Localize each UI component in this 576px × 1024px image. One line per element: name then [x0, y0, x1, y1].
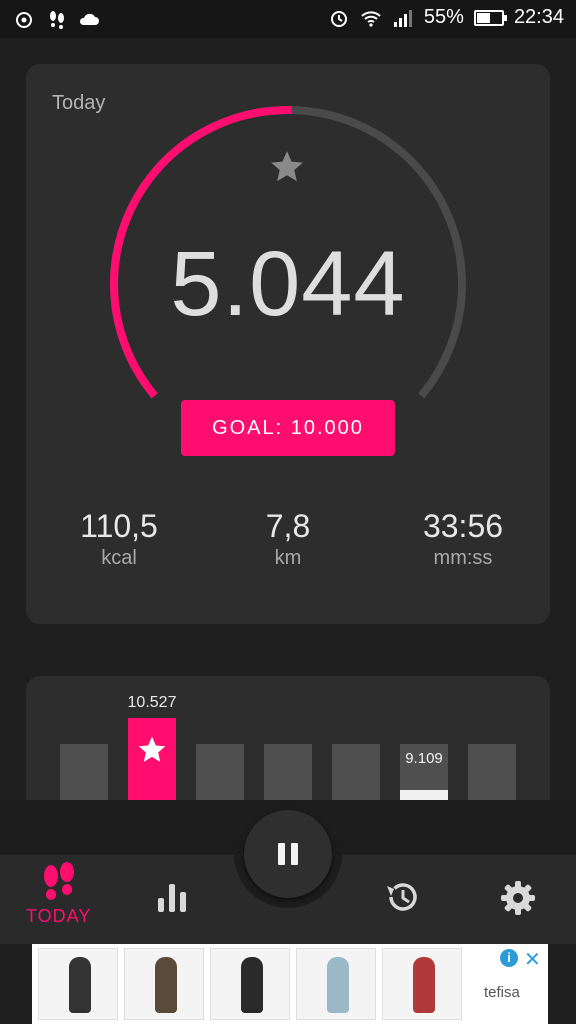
- gear-icon: [501, 881, 535, 915]
- ad-product-image[interactable]: [296, 948, 376, 1020]
- pause-icon: [291, 843, 298, 865]
- week-bar[interactable]: [332, 744, 380, 800]
- ad-product-image[interactable]: [382, 948, 462, 1020]
- week-bar[interactable]: [468, 744, 516, 800]
- week-bar[interactable]: [128, 718, 176, 800]
- footprints-icon: [43, 862, 74, 900]
- clock: 22:34: [513, 6, 564, 28]
- wifi-icon: [361, 10, 381, 27]
- weekly-chart-card[interactable]: 10.527 9.109: [26, 676, 550, 800]
- distance-value: 7,8: [265, 508, 311, 544]
- duration-value: 33:56: [422, 508, 504, 544]
- duration-unit: mm:ss: [433, 547, 493, 569]
- pause-button[interactable]: [244, 810, 332, 898]
- pause-icon: [278, 843, 285, 865]
- alarm-icon: [330, 10, 347, 27]
- distance-unit: km: [274, 547, 302, 569]
- calories-unit: kcal: [101, 547, 137, 569]
- cloud-icon: [79, 13, 99, 25]
- nav-history[interactable]: [384, 878, 422, 916]
- nav-stats[interactable]: [156, 880, 188, 914]
- signal-icon: [393, 9, 412, 27]
- week-bar[interactable]: [264, 744, 312, 800]
- ad-brand: tefisa: [484, 984, 520, 1001]
- ad-close-icon[interactable]: ✕: [524, 947, 541, 972]
- star-icon: [138, 736, 166, 762]
- ad-banner[interactable]: i ✕ tefisa: [32, 944, 548, 1024]
- ad-product-image[interactable]: [210, 948, 290, 1020]
- battery-percent: 55%: [423, 6, 464, 28]
- step-count: 5.044: [170, 233, 406, 335]
- ad-product-image[interactable]: [38, 948, 118, 1020]
- duration-stat: 33:56 mm:ss: [378, 508, 548, 570]
- distance-stat: 7,8 km: [203, 508, 373, 570]
- star-icon: [271, 151, 303, 182]
- history-icon: [387, 883, 417, 911]
- calories-value: 110,5: [80, 508, 158, 544]
- calories-stat: 110,5 kcal: [34, 508, 204, 570]
- battery-level: [476, 12, 491, 23]
- ad-product-image[interactable]: [124, 948, 204, 1020]
- nav-settings[interactable]: [500, 880, 536, 916]
- notification-icon: [16, 12, 32, 28]
- battery-icon: [473, 9, 507, 26]
- bar-chart-icon: [158, 884, 186, 912]
- week-bar-progress: [400, 790, 448, 800]
- today-card: Today 5.044 GOAL: 10.000 110,5 kcal 7,8 …: [26, 64, 550, 624]
- week-bar[interactable]: [60, 744, 108, 800]
- ad-info-icon[interactable]: i: [500, 949, 518, 967]
- week-bar-label: 10.527: [127, 694, 177, 711]
- nav-today[interactable]: TODAY: [26, 862, 91, 927]
- status-bar: 55% 22:34: [0, 0, 576, 38]
- nav-today-label: TODAY: [26, 906, 92, 926]
- week-bar-label: 9.109: [405, 750, 443, 767]
- week-bar[interactable]: [196, 744, 244, 800]
- footprints-icon: [50, 11, 64, 29]
- goal-button[interactable]: GOAL: 10.000: [181, 400, 395, 456]
